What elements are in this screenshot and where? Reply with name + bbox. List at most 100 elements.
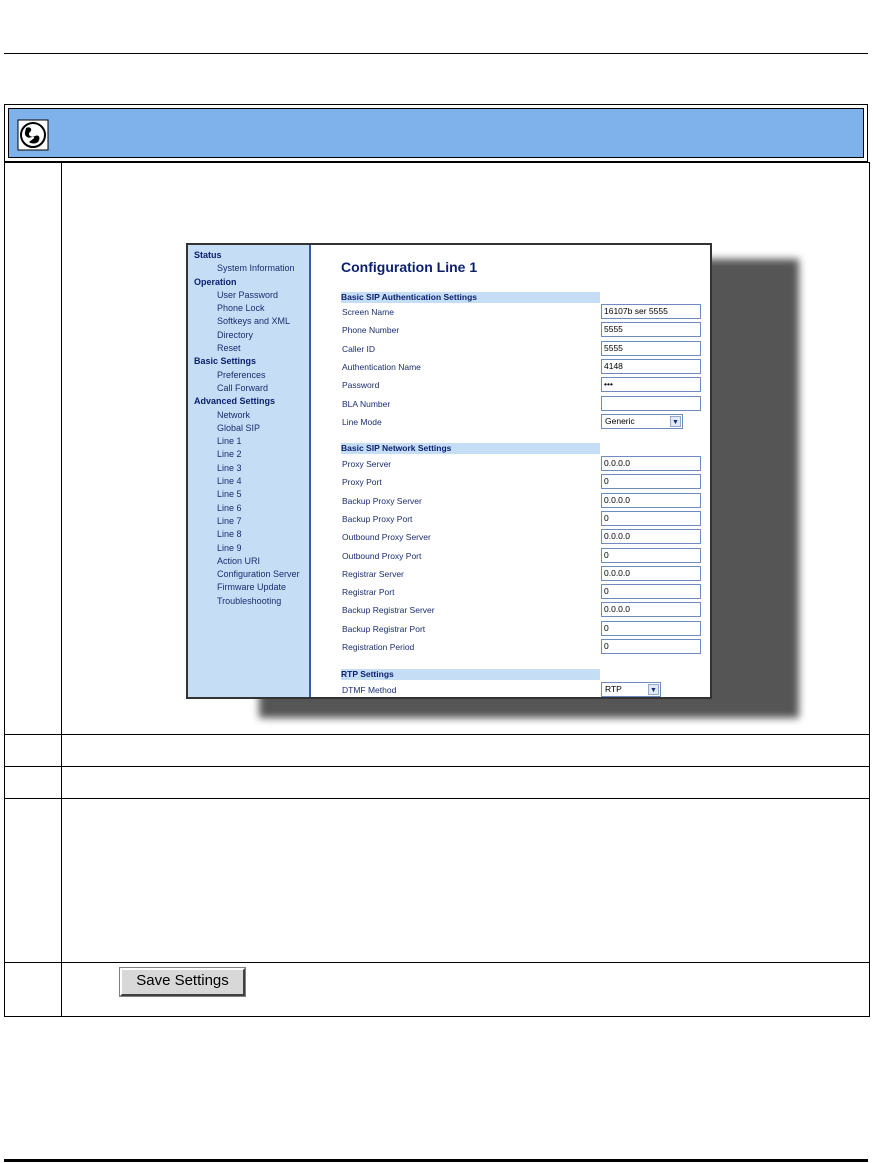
setting-label: Registrar Port <box>342 587 395 598</box>
chevron-down-icon[interactable]: ▼ <box>670 416 681 427</box>
sidebar-item[interactable]: Action URI <box>188 555 309 568</box>
sidebar-item[interactable]: Line 4 <box>188 475 309 488</box>
setting-row: Backup Proxy Server 0.0.0.0 <box>341 492 703 509</box>
section-header: RTP Settings <box>341 669 600 680</box>
setting-input[interactable]: 0 <box>601 510 701 526</box>
sidebar-item[interactable]: System Information <box>188 262 309 275</box>
step-cell <box>4 766 62 799</box>
sidebar-item[interactable]: Reset <box>188 342 309 355</box>
setting-row: Backup Proxy Port 0 <box>341 510 703 527</box>
setting-input[interactable]: 0 <box>601 547 701 563</box>
sidebar-item[interactable]: Global SIP <box>188 422 309 435</box>
setting-input[interactable]: 5555 <box>601 340 701 356</box>
sidebar-item[interactable]: Line 1 <box>188 435 309 448</box>
sidebar-item[interactable]: Preferences <box>188 369 309 382</box>
sidebar-item[interactable]: User Password <box>188 289 309 302</box>
setting-row: Registration Period 0 <box>341 639 703 655</box>
step-text-cell <box>61 798 870 963</box>
setting-input[interactable]: 0.0.0.0 <box>601 529 701 545</box>
screenshot-cell: Status System Information Operation User Pa… <box>61 162 870 735</box>
setting-label: Backup Proxy Server <box>342 495 422 506</box>
setting-input[interactable]: 0 <box>601 620 701 636</box>
sidebar-item[interactable]: Line 5 <box>188 488 309 501</box>
setting-input[interactable]: 4148 <box>601 358 701 374</box>
step-cell <box>4 162 62 735</box>
setting-input[interactable]: 0.0.0.0 <box>601 456 701 471</box>
section-header: Basic SIP Authentication Settings <box>341 292 600 303</box>
setting-label: Backup Proxy Port <box>342 513 413 524</box>
config-panel: Configuration Line 1 Basic SIP Authentic… <box>311 245 710 697</box>
sidebar-item[interactable]: Firmware Update <box>188 581 309 594</box>
setting-label: Outbound Proxy Server <box>342 532 431 543</box>
setting-row: Authentication Name 4148 <box>341 358 703 375</box>
web-ui-screenshot: Status System Information Operation User Pa… <box>186 243 712 699</box>
sidebar-item[interactable]: Call Forward <box>188 382 309 395</box>
setting-label: Backup Registrar Server <box>342 605 435 616</box>
setting-select[interactable]: Generic ▼ <box>601 414 683 429</box>
setting-input[interactable]: ••• <box>601 377 701 393</box>
setting-label: Registration Period <box>342 642 415 652</box>
setting-input[interactable] <box>601 395 701 411</box>
select-value: Generic <box>605 416 635 426</box>
setting-row: Registrar Server 0.0.0.0 <box>341 565 703 582</box>
step-cell <box>4 798 62 963</box>
bottom-rule <box>4 1159 868 1162</box>
setting-select[interactable]: RTP ▼ <box>601 682 661 697</box>
setting-label: Caller ID <box>342 343 376 354</box>
setting-label: Phone Number <box>342 325 400 336</box>
section-header: Basic SIP Network Settings <box>341 443 600 454</box>
setting-label: Password <box>342 380 380 391</box>
setting-row: Registrar Port 0 <box>341 584 703 600</box>
setting-label: BLA Number <box>342 398 391 409</box>
sidebar-item[interactable]: Phone Lock <box>188 302 309 315</box>
chevron-down-icon[interactable]: ▼ <box>648 684 659 695</box>
sidebar-group: Operation <box>194 276 237 287</box>
save-settings-button[interactable]: Save Settings <box>119 967 246 997</box>
setting-row: Proxy Port 0 <box>341 474 703 490</box>
setting-row: Caller ID 5555 <box>341 340 703 357</box>
setting-input[interactable]: 0 <box>601 584 701 600</box>
setting-input[interactable]: 0.0.0.0 <box>601 602 701 618</box>
sidebar-item[interactable]: Line 2 <box>188 448 309 461</box>
setting-row: Backup Registrar Port 0 <box>341 620 703 637</box>
button-cell: Save Settings <box>61 962 870 1017</box>
select-value: RTP <box>605 684 622 694</box>
setting-row: Backup Registrar Server 0.0.0.0 <box>341 602 703 618</box>
header-bar <box>8 108 864 158</box>
sidebar-group: Advanced Settings <box>194 396 276 407</box>
setting-row: BLA Number <box>341 395 703 412</box>
setting-label: Proxy Server <box>342 459 392 469</box>
sidebar-item[interactable]: Directory <box>188 329 309 342</box>
setting-label: Backup Registrar Port <box>342 623 426 634</box>
sidebar-item[interactable]: Configuration Server <box>188 568 309 581</box>
sidebar-item[interactable]: Softkeys and XML <box>188 315 309 328</box>
step-cell <box>4 734 62 767</box>
step-text-cell <box>61 734 870 767</box>
setting-label: Authentication Name <box>342 361 421 372</box>
setting-input[interactable]: 0 <box>601 639 701 654</box>
step-text-cell <box>61 766 870 799</box>
sidebar-item[interactable]: Network <box>188 409 309 422</box>
setting-row: Screen Name 16107b ser 5555 <box>341 304 703 320</box>
sidebar-item[interactable]: Line 3 <box>188 462 309 475</box>
sidebar-item[interactable]: Troubleshooting <box>188 595 309 608</box>
setting-row: Phone Number 5555 <box>341 322 703 338</box>
page-title: Configuration Line 1 <box>341 259 478 275</box>
sidebar-group: Status <box>194 250 222 260</box>
setting-row: Proxy Server 0.0.0.0 <box>341 456 703 472</box>
sidebar-item[interactable]: Line 7 <box>188 515 309 528</box>
setting-label: Line Mode <box>342 417 382 427</box>
sidebar-item[interactable]: Line 8 <box>188 528 309 541</box>
setting-label: Outbound Proxy Port <box>342 550 422 561</box>
sidebar-item[interactable]: Line 6 <box>188 502 309 515</box>
setting-row: Line Mode Generic ▼ <box>341 414 703 430</box>
sidebar-group: Basic Settings <box>194 356 257 367</box>
setting-row: Password ••• <box>341 377 703 393</box>
setting-input[interactable]: 5555 <box>601 322 701 338</box>
setting-input[interactable]: 0.0.0.0 <box>601 565 701 581</box>
setting-label: Screen Name <box>342 307 394 317</box>
setting-input[interactable]: 0 <box>601 474 701 490</box>
setting-input[interactable]: 0.0.0.0 <box>601 492 701 508</box>
setting-input[interactable]: 16107b ser 5555 <box>601 304 701 319</box>
sidebar-item[interactable]: Line 9 <box>188 542 309 555</box>
